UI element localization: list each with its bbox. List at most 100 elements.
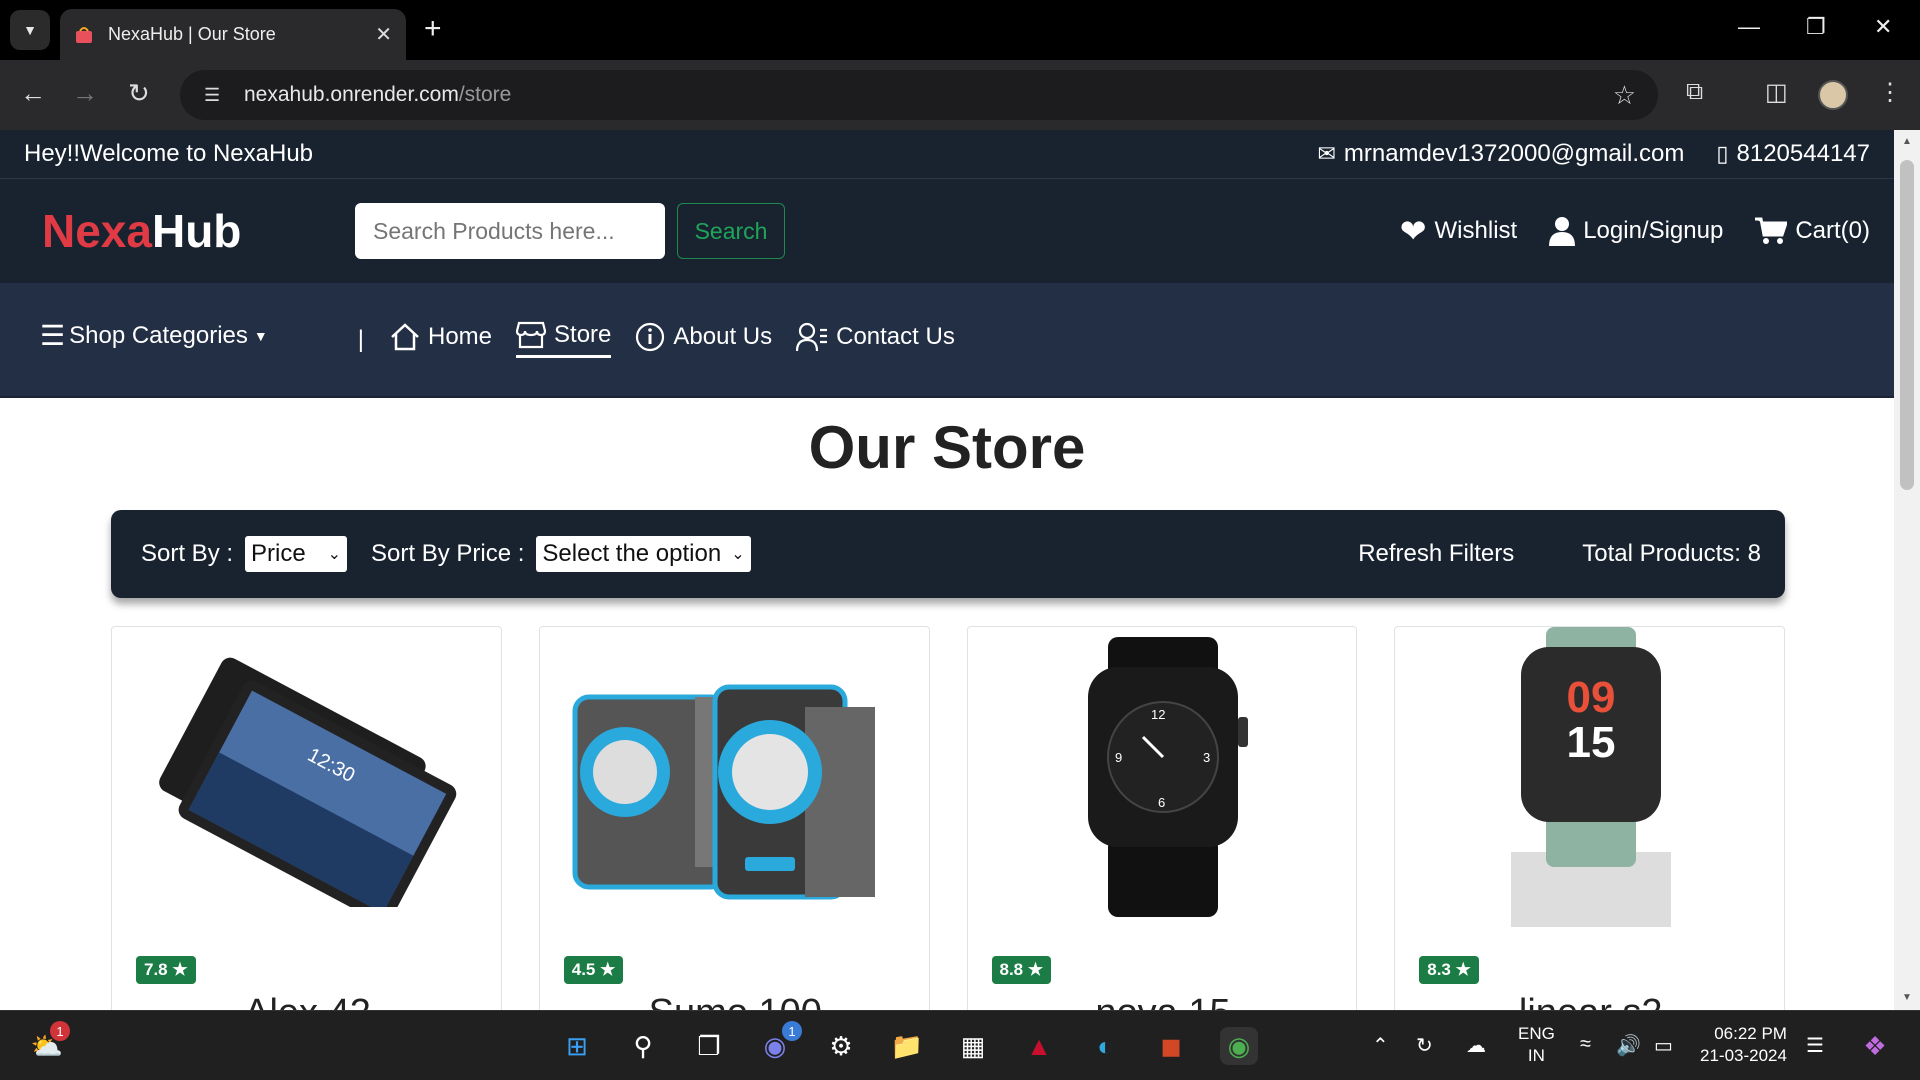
volume-icon[interactable]: 🔊 [1616, 1033, 1641, 1058]
rating-value: 4.5 [571, 960, 596, 979]
nav-home[interactable]: Home [390, 323, 492, 357]
profile-avatar[interactable] [1818, 80, 1848, 110]
url-host: nexahub.onrender.com [244, 83, 459, 106]
cart-link[interactable]: Cart(0) [1755, 217, 1870, 245]
nav-separator: | [357, 325, 364, 353]
mail-icon: ✉ [1317, 141, 1336, 166]
user-icon [1549, 217, 1576, 246]
task-view-icon[interactable]: ❐ [690, 1027, 728, 1065]
tab-search-button[interactable]: ▼ [10, 10, 50, 50]
product-image-watch-mockup[interactable]: 09 15 [1395, 627, 1784, 927]
new-tab-icon[interactable]: + [424, 14, 442, 44]
sort-price-value: Select the option [542, 540, 722, 567]
chrome-icon[interactable]: ◉ [1220, 1027, 1258, 1065]
filter-bar: Sort By : Price ⌄ Sort By Price : Select… [111, 510, 1785, 598]
home-icon [391, 322, 419, 350]
wifi-icon[interactable]: ≈ [1580, 1033, 1591, 1056]
back-icon[interactable]: ← [20, 78, 46, 108]
scroll-up-icon[interactable]: ▲ [1902, 136, 1912, 147]
tray-overflow-icon[interactable]: ⌃ [1372, 1033, 1389, 1058]
product-name[interactable]: linear s2 [1395, 992, 1784, 1010]
product-image-speakers[interactable] [540, 627, 929, 927]
store-app-icon[interactable]: ▦ [954, 1027, 992, 1065]
info-icon [636, 322, 665, 351]
product-name[interactable]: Sumo 100 [540, 992, 929, 1010]
rating-badge: 8.3 ★ [1419, 956, 1479, 984]
product-name[interactable]: Alex 42 [112, 992, 501, 1010]
reload-icon[interactable]: ↻ [128, 78, 150, 108]
scrollbar-thumb[interactable] [1900, 160, 1914, 490]
phone-icon: ▯ [1716, 141, 1729, 166]
onedrive-icon[interactable]: ☁ [1466, 1033, 1486, 1058]
scroll-down-icon[interactable]: ▼ [1902, 992, 1912, 1003]
svg-text:6: 6 [1158, 795, 1165, 810]
address-bar[interactable]: ☰ nexahub.onrender.com/store ☆ [180, 70, 1658, 120]
file-explorer-icon[interactable]: 📁 [888, 1027, 926, 1065]
search-button[interactable]: Search [677, 203, 785, 259]
svg-text:09: 09 [1566, 673, 1615, 722]
tab-close-icon[interactable]: ✕ [375, 22, 392, 47]
search-icon[interactable]: ⚲ [624, 1027, 662, 1065]
nav-store[interactable]: Store [516, 321, 612, 358]
widget-badge: 1 [50, 1021, 70, 1041]
notifications-icon[interactable]: ☰ [1806, 1033, 1824, 1058]
product-card[interactable]: 09 15 8.3 ★ linear s2 [1394, 626, 1785, 1010]
login-link[interactable]: Login/Signup [1549, 216, 1723, 246]
site-info-icon[interactable]: ☰ [204, 85, 228, 106]
product-name[interactable]: nova 15 [968, 992, 1357, 1010]
rating-value: 8.8 [999, 960, 1024, 979]
search-input[interactable] [355, 203, 665, 259]
sort-price-select[interactable]: Select the option ⌄ [536, 536, 751, 572]
product-image-watch-black[interactable]: 12 3 6 9 [968, 627, 1357, 927]
browser-tab-active[interactable]: NexaHub | Our Store ✕ [60, 9, 406, 60]
product-card[interactable]: 4.5 ★ Sumo 100 [538, 626, 930, 1010]
windows-taskbar: ⛅ 1 ⊞ ⚲ ❐ ◉ 1 ⚙ 📁 ▦ ▲ ◐ ◼ ◉ ⌃ ↻ ☁ ENG IN… [0, 1010, 1920, 1080]
window-close-icon[interactable]: ✕ [1874, 14, 1892, 40]
login-label: Login/Signup [1583, 217, 1724, 244]
site-logo[interactable]: NexaHub [42, 204, 355, 258]
chrome-menu-icon[interactable]: ⋮ [1878, 78, 1902, 107]
refresh-filters-button[interactable]: Refresh Filters [1358, 540, 1514, 568]
battery-icon[interactable]: ▭ [1654, 1033, 1673, 1058]
start-icon[interactable]: ⊞ [558, 1027, 596, 1065]
svg-text:3: 3 [1203, 750, 1210, 765]
forward-icon[interactable]: → [72, 78, 98, 108]
settings-icon[interactable]: ⚙ [822, 1027, 860, 1065]
mcafee-icon[interactable]: ▲ [1020, 1027, 1058, 1065]
extensions-icon[interactable]: ⧉ [1686, 78, 1703, 106]
restore-icon[interactable]: ❐ [1806, 14, 1826, 40]
sort-by-select[interactable]: Price ⌄ [245, 536, 348, 572]
copilot-icon[interactable]: ❖ [1856, 1027, 1894, 1065]
welcome-text: Hey!!Welcome to NexaHub [24, 140, 314, 167]
language-indicator[interactable]: ENG IN [1518, 1023, 1555, 1067]
email-contact[interactable]: ✉ mrnamdev1372000@gmail.com [1317, 140, 1684, 168]
caret-down-icon: ▼ [253, 327, 268, 344]
product-card[interactable]: 12 3 6 9 8.8 ★ nova 15 [966, 626, 1358, 1010]
page-scrollbar[interactable]: ▲ ▼ [1894, 130, 1920, 1010]
favicon-icon [76, 26, 92, 43]
logo-nexa: Nexa [42, 205, 152, 257]
cart-icon [1755, 217, 1788, 244]
product-image-tablet[interactable]: 12:30 [112, 627, 501, 927]
star-icon: ★ [172, 960, 188, 979]
clock[interactable]: 06:22 PM 21-03-2024 [1700, 1023, 1787, 1067]
site-header: NexaHub Search ❤ Wishlist Login/Signup C… [0, 178, 1894, 283]
edge-icon[interactable]: ◐ [1086, 1027, 1124, 1065]
nav-about-label: About Us [673, 322, 773, 350]
wishlist-link[interactable]: ❤ Wishlist [1400, 212, 1517, 250]
star-icon: ★ [1027, 960, 1044, 979]
powerpoint-icon[interactable]: ◼ [1152, 1027, 1190, 1065]
minimize-icon[interactable]: — [1738, 14, 1760, 40]
nav-about[interactable]: About Us [635, 322, 772, 358]
phone-contact[interactable]: ▯ 8120544147 [1716, 140, 1870, 168]
sync-icon[interactable]: ↻ [1416, 1033, 1433, 1058]
sort-by-value: Price [251, 540, 306, 567]
bookmark-star-icon[interactable]: ☆ [1613, 80, 1636, 111]
side-panel-icon[interactable]: ◫ [1765, 78, 1788, 107]
web-page: Hey!!Welcome to NexaHub ✉ mrnamdev137200… [0, 130, 1894, 1010]
star-icon: ★ [600, 960, 616, 979]
shop-categories-dropdown[interactable]: ☰ Shop Categories ▼ [40, 319, 268, 352]
product-card[interactable]: 12:30 7.8 ★ Alex 42 [111, 626, 502, 1010]
nav-contact[interactable]: Contact Us [796, 322, 955, 358]
sort-by-label: Sort By : [141, 540, 234, 567]
